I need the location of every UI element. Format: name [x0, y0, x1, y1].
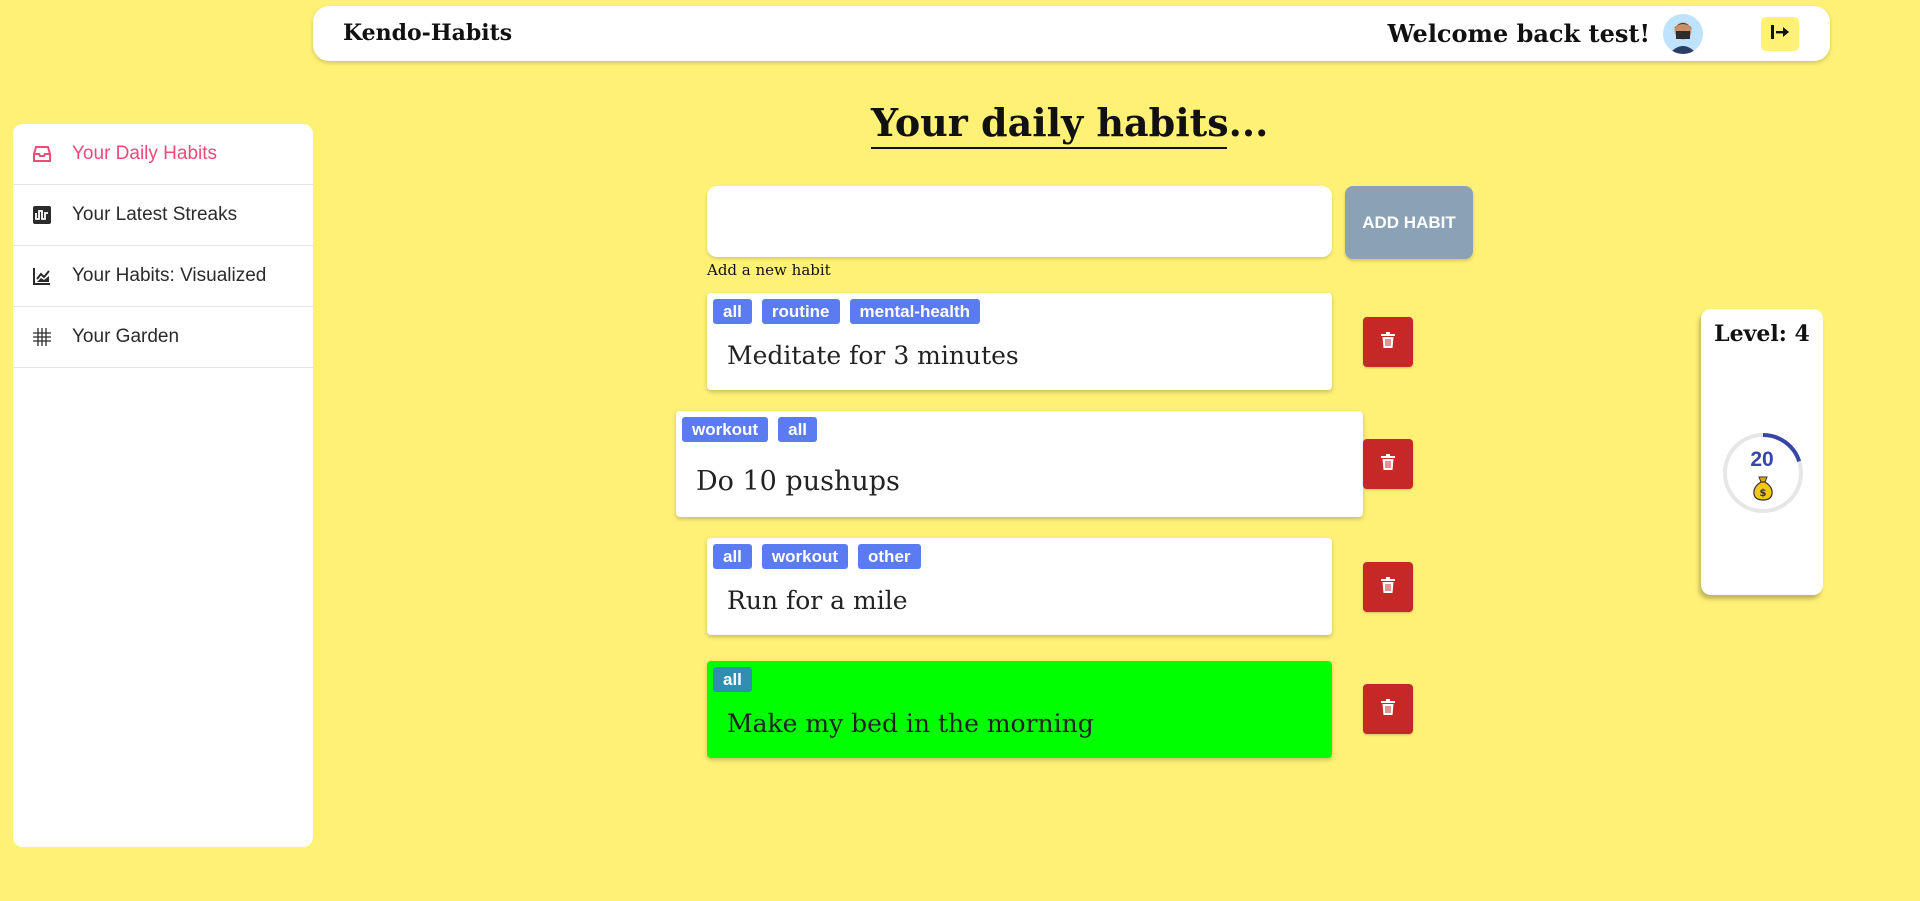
tag-badge: other — [858, 544, 921, 569]
sidebar: Your Daily Habits Your Latest Streaks Yo… — [13, 124, 313, 847]
trash-icon — [1381, 698, 1395, 720]
tag-badge: mental-health — [849, 299, 981, 324]
inbox-icon — [31, 143, 53, 165]
sidebar-item-habits-visualized[interactable]: Your Habits: Visualized — [13, 246, 313, 307]
tag-badge: routine — [761, 299, 840, 324]
top-bar: Kendo-Habits Welcome back test! — [313, 6, 1830, 61]
habit-card[interactable]: all routine mental-health Meditate for 3… — [707, 293, 1332, 390]
habit-text: Meditate for 3 minutes — [727, 341, 1019, 370]
svg-text:$: $ — [1760, 488, 1767, 499]
level-label: Level: 4 — [1714, 321, 1810, 347]
tag-badge: all — [713, 667, 752, 692]
streak-icon — [31, 204, 53, 226]
trash-icon — [1381, 453, 1395, 475]
tag-badge: all — [778, 417, 818, 442]
new-habit-help-text: Add a new habit — [707, 261, 831, 279]
tag-badge: workout — [682, 417, 769, 442]
sidebar-item-label: Your Latest Streaks — [72, 204, 238, 225]
tag-list: all workout other — [713, 544, 921, 569]
level-progress-gauge — [1723, 433, 1803, 513]
logout-icon — [1770, 24, 1790, 45]
habit-card-completed[interactable]: all Make my bed in the morning — [707, 661, 1332, 758]
delete-habit-button[interactable] — [1363, 562, 1413, 612]
delete-habit-button[interactable] — [1363, 439, 1413, 489]
level-card: Level: 4 20 $ — [1701, 309, 1823, 595]
sidebar-item-latest-streaks[interactable]: Your Latest Streaks — [13, 185, 313, 246]
coin-count: 20 — [1750, 448, 1774, 471]
money-bag-icon: $ — [1751, 475, 1775, 501]
trash-icon — [1381, 576, 1395, 598]
sidebar-item-daily-habits[interactable]: Your Daily Habits — [13, 124, 313, 185]
tag-list: all routine mental-health — [713, 299, 981, 324]
delete-habit-button[interactable] — [1363, 684, 1413, 734]
add-habit-button[interactable]: ADD HABIT — [1345, 186, 1473, 259]
chart-line-icon — [31, 265, 53, 287]
brand-title[interactable]: Kendo-Habits — [343, 6, 512, 61]
sidebar-item-garden[interactable]: Your Garden — [13, 307, 313, 368]
tag-badge: all — [713, 544, 752, 569]
new-habit-input[interactable] — [707, 186, 1332, 257]
tag-badge: all — [713, 299, 752, 324]
tag-list: workout all — [682, 417, 818, 442]
sidebar-item-label: Your Habits: Visualized — [72, 265, 267, 286]
welcome-text: Welcome back test! — [1387, 19, 1650, 48]
trash-icon — [1381, 331, 1395, 353]
delete-habit-button[interactable] — [1363, 317, 1413, 367]
avatar[interactable] — [1663, 14, 1703, 54]
grid-icon — [31, 326, 53, 348]
logout-button[interactable] — [1761, 17, 1799, 51]
tag-list: all — [713, 667, 752, 692]
page-title: Your daily habits... — [871, 100, 1268, 149]
habit-card[interactable]: all workout other Run for a mile — [707, 538, 1332, 635]
habit-card[interactable]: workout all Do 10 pushups — [676, 411, 1363, 517]
habit-text: Do 10 pushups — [696, 466, 900, 497]
tag-badge: workout — [761, 544, 849, 569]
sidebar-item-label: Your Daily Habits — [72, 143, 218, 164]
habit-text: Run for a mile — [727, 586, 908, 615]
habit-text: Make my bed in the morning — [727, 709, 1094, 738]
sidebar-item-label: Your Garden — [72, 326, 180, 347]
